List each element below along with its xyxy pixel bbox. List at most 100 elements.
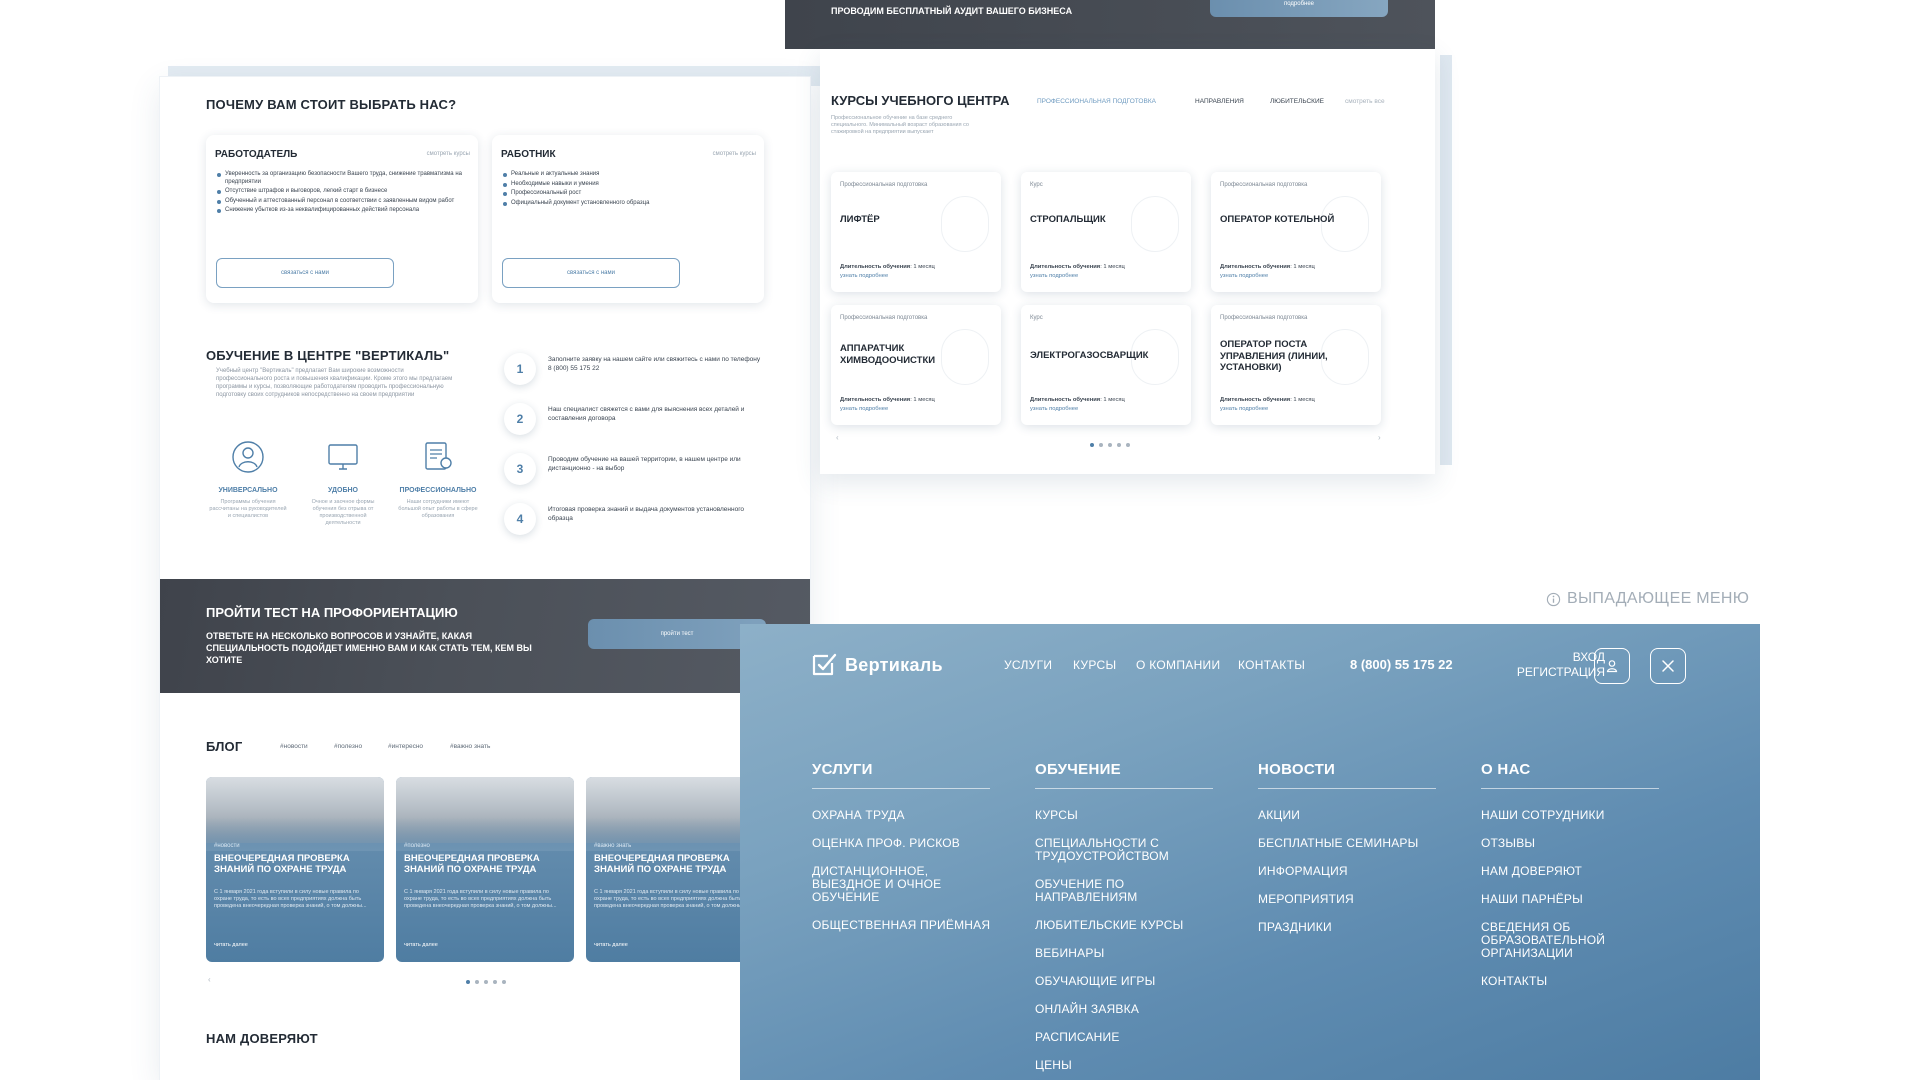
menu-item[interactable]: КОНТАКТЫ: [1481, 975, 1661, 988]
employer-contact-button[interactable]: связаться с нами: [216, 258, 394, 288]
course-kind: Профессиональная подготовка: [1220, 182, 1308, 188]
list-item: Обученный и аттестованный персонал в соо…: [216, 198, 468, 206]
blog-card[interactable]: #новости ВНЕОЧЕРЕДНАЯ ПРОВЕРКА ЗНАНИЙ ПО…: [206, 777, 384, 962]
blog-tag-filter[interactable]: #полезно: [334, 743, 362, 750]
menu-item[interactable]: ПРАЗДНИКИ: [1258, 921, 1438, 934]
carousel-prev-arrow[interactable]: ‹: [208, 975, 211, 984]
course-details-link[interactable]: узнать подробнее: [1220, 273, 1268, 279]
auth-links: ВХОД РЕГИСТРАЦИЯ: [1500, 650, 1605, 680]
menu-column-about: О НАС НАШИ СОТРУДНИКИ ОТЗЫВЫ НАМ ДОВЕРЯЮ…: [1481, 761, 1661, 1003]
trust-title: НАМ ДОВЕРЯЮТ: [206, 1031, 318, 1046]
nav-link-about[interactable]: О КОМПАНИИ: [1136, 658, 1220, 672]
menu-item[interactable]: ОЦЕНКА ПРОФ. РИСКОВ: [812, 837, 992, 850]
menu-item[interactable]: ВЕБИНАРЫ: [1035, 947, 1215, 960]
courses-tab-directions[interactable]: НАПРАВЛЕНИЯ: [1195, 98, 1244, 105]
nav-link-services[interactable]: УСЛУГИ: [1004, 658, 1052, 672]
step-number: 4: [504, 503, 536, 535]
worker-courses-link[interactable]: смотреть курсы: [713, 151, 756, 157]
courses-mockup: КУРСЫ УЧЕБНОГО ЦЕНТРА ПРОФЕССИОНАЛЬНАЯ П…: [820, 49, 1435, 474]
training-text: Учебный центр "Вертикаль" предлагает Вам…: [216, 368, 453, 398]
list-item: Необходимые навыки и умения: [502, 181, 754, 189]
close-menu-button[interactable]: [1650, 648, 1686, 684]
employer-courses-link[interactable]: смотреть курсы: [427, 151, 470, 157]
career-test-banner: ПРОЙТИ ТЕСТ НА ПРОФОРИЕНТАЦИЮ ОТВЕТЬТЕ Н…: [160, 579, 810, 693]
menu-item[interactable]: РАСПИСАНИЕ: [1035, 1031, 1215, 1044]
courses-title: КУРСЫ УЧЕБНОГО ЦЕНТРА: [831, 93, 1010, 108]
nav-link-contacts[interactable]: КОНТАКТЫ: [1238, 658, 1305, 672]
menu-item[interactable]: ОТЗЫВЫ: [1481, 837, 1661, 850]
course-details-link[interactable]: узнать подробнее: [1220, 406, 1268, 412]
menu-item[interactable]: НАШИ ПАРНЁРЫ: [1481, 893, 1661, 906]
course-card[interactable]: Профессиональная подготовка ОПЕРАТОР КОТ…: [1211, 172, 1381, 292]
courses-carousel-dots[interactable]: [1090, 443, 1130, 447]
carousel-prev-arrow[interactable]: ‹: [836, 433, 839, 442]
course-card[interactable]: Курс СТРОПАЛЬЩИК Длительность обучения: …: [1021, 172, 1191, 292]
courses-note: Профессиональное обучение на базе средне…: [831, 115, 969, 135]
menu-item[interactable]: СПЕЦИАЛЬНОСТИ С ТРУДОУСТРОЙСТВОМ: [1035, 837, 1215, 863]
blog-title: БЛОГ: [206, 739, 243, 754]
menu-item[interactable]: ЛЮБИТЕЛЬСКИЕ КУРСЫ: [1035, 919, 1215, 932]
course-card[interactable]: Курс ЭЛЕКТРОГАЗОСВАРЩИК Длительность обу…: [1021, 305, 1191, 425]
course-details-link[interactable]: узнать подробнее: [840, 273, 888, 279]
menu-item[interactable]: НАМ ДОВЕРЯЮТ: [1481, 865, 1661, 878]
step-text: Наш специалист свяжется с вами для выясн…: [548, 406, 745, 422]
employer-card: РАБОТОДАТЕЛЬ смотреть курсы Уверенность …: [206, 135, 478, 303]
logo-text: Вертикаль: [845, 654, 943, 675]
info-icon: [1546, 592, 1561, 606]
course-details-link[interactable]: узнать подробнее: [1030, 406, 1078, 412]
menu-item[interactable]: АКЦИИ: [1258, 809, 1438, 822]
course-kind: Профессиональная подготовка: [840, 182, 928, 188]
blog-carousel-dots[interactable]: [466, 980, 506, 984]
read-more-link[interactable]: читать далее: [404, 942, 438, 948]
register-link[interactable]: РЕГИСТРАЦИЯ: [1500, 665, 1605, 680]
nav-link-courses[interactable]: КУРСЫ: [1073, 658, 1116, 672]
blog-tag-filter[interactable]: #важно знать: [450, 743, 490, 750]
audit-button[interactable]: подробнее: [1210, 0, 1388, 17]
see-all-link[interactable]: смотреть все: [1345, 98, 1385, 105]
menu-item[interactable]: ОБУЧЕНИЕ ПО НАПРАВЛЕНИЯМ: [1035, 878, 1215, 904]
feature-label: ПРОФЕССИОНАЛЬНО: [399, 487, 477, 494]
list-item: Снижение убытков из-за неквалифицированн…: [216, 207, 468, 215]
step-number: 1: [504, 353, 536, 385]
step-number: 3: [504, 453, 536, 485]
courses-tab-professional[interactable]: ПРОФЕССИОНАЛЬНАЯ ПОДГОТОВКА: [1037, 98, 1156, 105]
menu-item[interactable]: СВЕДЕНИЯ ОБ ОБРАЗОВАТЕЛЬНОЙ ОРГАНИЗАЦИИ: [1481, 921, 1661, 960]
course-kind: Курс: [1030, 315, 1043, 321]
blog-card[interactable]: #важно знать ВНЕОЧЕРЕДНАЯ ПРОВЕРКА ЗНАНИ…: [586, 777, 764, 962]
course-details-link[interactable]: узнать подробнее: [840, 406, 888, 412]
worker-contact-button[interactable]: связаться с нами: [502, 258, 680, 288]
account-button[interactable]: [1594, 648, 1630, 684]
course-details-link[interactable]: узнать подробнее: [1030, 273, 1078, 279]
courses-tab-amateur[interactable]: ЛЮБИТЕЛЬСКИЕ: [1270, 98, 1324, 105]
menu-item[interactable]: ИНФОРМАЦИЯ: [1258, 865, 1438, 878]
worker-title: РАБОТНИК: [501, 149, 556, 160]
phone-number[interactable]: 8 (800) 55 175 22: [1350, 657, 1453, 672]
logo[interactable]: Вертикаль: [811, 653, 943, 677]
audit-banner-text: ПРОВОДИМ БЕСПЛАТНЫЙ АУДИТ ВАШЕГО БИЗНЕСА: [831, 6, 1073, 16]
menu-item[interactable]: ДИСТАНЦИОННОЕ, ВЫЕЗДНОЕ И ОЧНОЕ ОБУЧЕНИЕ: [812, 865, 992, 904]
menu-item[interactable]: ОБЩЕСТВЕННАЯ ПРИЁМНАЯ: [812, 919, 992, 932]
read-more-link[interactable]: читать далее: [214, 942, 248, 948]
menu-item[interactable]: ОБУЧАЮЩИЕ ИГРЫ: [1035, 975, 1215, 988]
menu-item[interactable]: МЕРОПРИЯТИЯ: [1258, 893, 1438, 906]
blog-tag-filter[interactable]: #интересно: [388, 743, 423, 750]
list-item: Отсутствие штрафов и выговоров, легкий с…: [216, 188, 468, 196]
menu-item[interactable]: ЦЕНЫ: [1035, 1059, 1215, 1072]
menu-column-title: О НАС: [1481, 761, 1659, 789]
course-card[interactable]: Профессиональная подготовка АППАРАТЧИК Х…: [831, 305, 1001, 425]
menu-item[interactable]: НАШИ СОТРУДНИКИ: [1481, 809, 1661, 822]
menu-item[interactable]: КУРСЫ: [1035, 809, 1215, 822]
menu-item[interactable]: ОНЛАЙН ЗАЯВКА: [1035, 1003, 1215, 1016]
course-card[interactable]: Профессиональная подготовка ЛИФТЁР Длите…: [831, 172, 1001, 292]
blog-card[interactable]: #полезно ВНЕОЧЕРЕДНАЯ ПРОВЕРКА ЗНАНИЙ ПО…: [396, 777, 574, 962]
menu-item[interactable]: ОХРАНА ТРУДА: [812, 809, 992, 822]
blog-tag-filter[interactable]: #новости: [280, 743, 308, 750]
step-text: Заполните заявку на нашем сайте или свяж…: [548, 356, 761, 372]
menu-item[interactable]: БЕСПЛАТНЫЕ СЕМИНАРЫ: [1258, 837, 1438, 850]
step-number: 2: [504, 403, 536, 435]
read-more-link[interactable]: читать далее: [594, 942, 628, 948]
course-name: ЛИФТЁР: [840, 214, 880, 225]
login-link[interactable]: ВХОД: [1500, 650, 1605, 665]
course-card[interactable]: Профессиональная подготовка ОПЕРАТОР ПОС…: [1211, 305, 1381, 425]
carousel-next-arrow[interactable]: ›: [1378, 433, 1381, 442]
